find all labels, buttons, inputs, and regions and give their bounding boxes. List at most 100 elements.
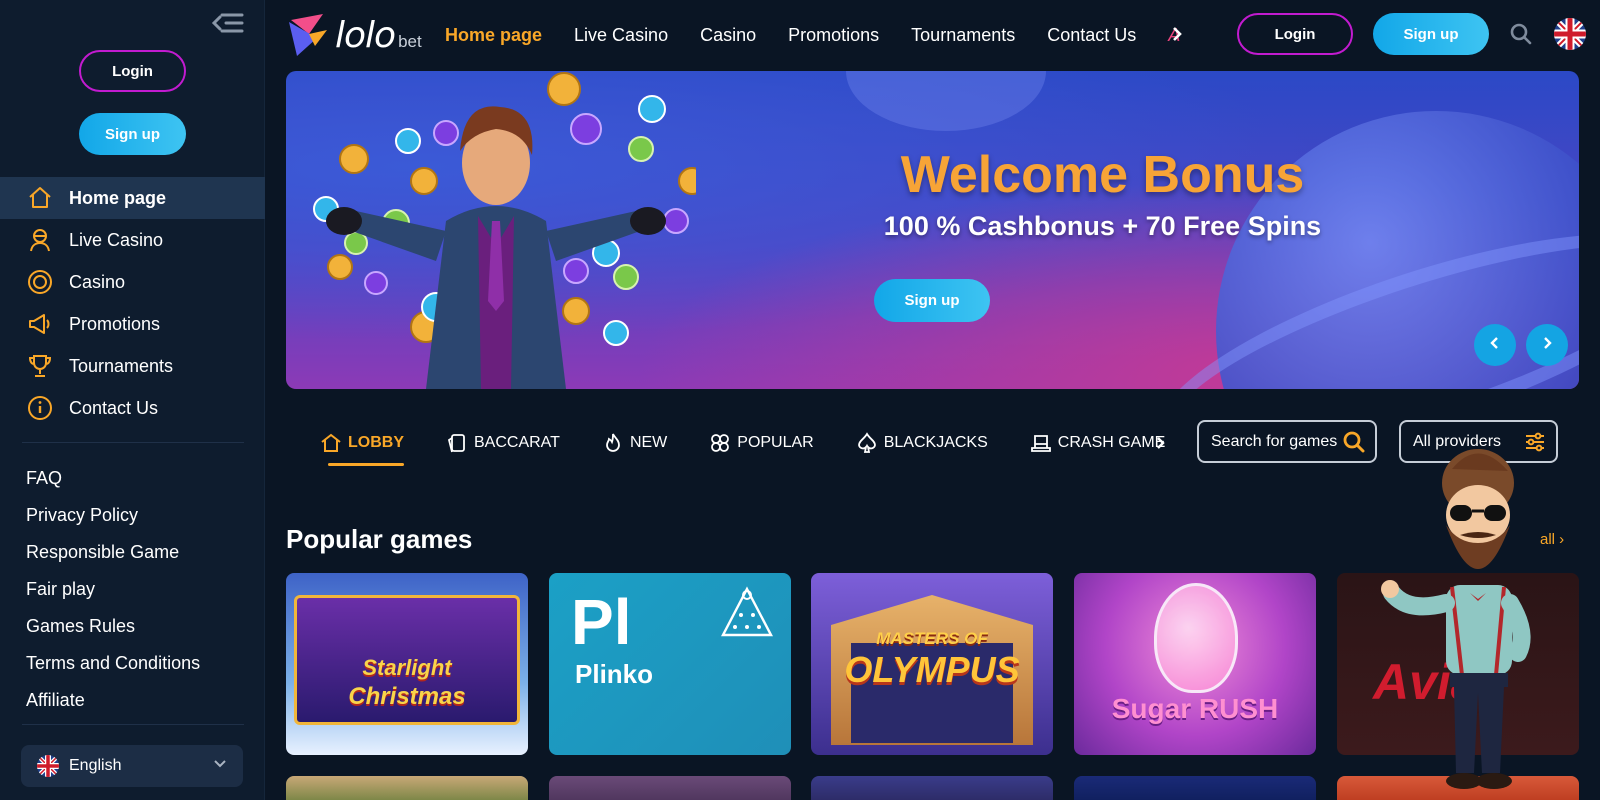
hipster-mascot-illustration[interactable] xyxy=(1378,443,1578,800)
sidebar-link-terms-and-conditions[interactable]: Terms and Conditions xyxy=(26,645,200,682)
category-label: NEW xyxy=(629,434,668,451)
sidebar-item-label: Home page xyxy=(69,187,167,208)
game-card-title-line2: Christmas xyxy=(348,683,466,710)
pyramid-pins-icon xyxy=(721,586,773,637)
search-games-placeholder: Search for games xyxy=(1211,432,1338,450)
top-hat-icon xyxy=(1030,432,1052,454)
game-card-row2-1[interactable] xyxy=(286,776,528,800)
banner-subtitle: 100 % Cashbonus + 70 Free Spins xyxy=(883,211,1322,241)
game-card-row2-2[interactable] xyxy=(549,776,791,800)
language-select[interactable]: English xyxy=(21,745,243,787)
sidebar-login-button[interactable]: Login xyxy=(79,50,186,92)
game-category-bar: LOBBY BACCARAT NEW POPULAR BLACKJACKS CR… xyxy=(320,418,1207,468)
sidebar: Login Sign up Home page Live Casino Casi… xyxy=(0,0,265,800)
logo-mark-icon xyxy=(289,14,327,56)
sidebar-item-label: Contact Us xyxy=(69,397,159,418)
uk-flag-icon[interactable] xyxy=(1554,18,1586,50)
game-card-title-line2: RUSH xyxy=(1198,693,1279,724)
lolobet-logo[interactable]: lolo bet xyxy=(287,10,429,60)
game-card-sugar-rush[interactable]: Sugar RUSH xyxy=(1074,573,1316,755)
sidebar-item-tournaments[interactable]: Tournaments xyxy=(0,345,265,387)
top-header: lolo bet Home page Live Casino Casino Pr… xyxy=(265,0,1600,70)
sidebar-item-casino[interactable]: Casino xyxy=(0,261,265,303)
banner-signup-button[interactable]: Sign up xyxy=(874,279,990,322)
search-icon[interactable] xyxy=(1510,23,1532,50)
chevron-right-icon[interactable] xyxy=(1156,436,1166,455)
category-tab-lobby[interactable]: LOBBY xyxy=(320,418,404,468)
sidebar-item-label: Live Casino xyxy=(69,229,164,250)
top-nav-contact-us[interactable]: Contact Us xyxy=(1047,25,1136,46)
home-icon xyxy=(320,432,342,454)
collapse-sidebar-icon[interactable] xyxy=(210,10,246,36)
category-tab-blackjacks[interactable]: BLACKJACKS xyxy=(856,418,988,468)
sidebar-divider xyxy=(22,724,244,725)
gumball-egg-graphic xyxy=(1154,583,1238,693)
category-label: POPULAR xyxy=(737,434,814,451)
top-nav: Home page Live Casino Casino Promotions … xyxy=(445,0,1186,70)
sidebar-divider xyxy=(22,442,244,443)
sidebar-link-fair-play[interactable]: Fair play xyxy=(26,571,200,608)
cards-icon xyxy=(446,432,468,454)
logo-subtext: bet xyxy=(398,32,422,51)
banner-title: Welcome Bonus xyxy=(900,146,1305,204)
spade-icon xyxy=(856,432,878,454)
megaphone-icon xyxy=(26,310,54,338)
top-nav-live-casino[interactable]: Live Casino xyxy=(574,25,668,46)
sidebar-nav: Home page Live Casino Casino Promotions … xyxy=(0,177,265,429)
trophy-icon xyxy=(26,352,54,380)
header-login-button[interactable]: Login xyxy=(1237,13,1353,55)
banner-moon-decoration xyxy=(846,71,1046,131)
popular-games-title: Popular games xyxy=(286,524,473,554)
game-card-starlight-christmas[interactable]: Starlight Christmas xyxy=(286,573,528,755)
header-signup-button[interactable]: Sign up xyxy=(1373,13,1489,55)
banner-next-button[interactable] xyxy=(1526,324,1568,366)
sidebar-item-label: Promotions xyxy=(69,313,161,334)
sidebar-item-contact-us[interactable]: Contact Us xyxy=(0,387,265,429)
sidebar-link-privacy-policy[interactable]: Privacy Policy xyxy=(26,497,200,534)
game-card-masters-of-olympus[interactable]: MASTERS OF OLYMPUS xyxy=(811,573,1053,755)
banner-prev-button[interactable] xyxy=(1474,324,1516,366)
sidebar-signup-button[interactable]: Sign up xyxy=(79,113,186,155)
category-tab-new[interactable]: NEW xyxy=(602,418,667,468)
clover-icon xyxy=(709,432,731,454)
top-nav-tournaments[interactable]: Tournaments xyxy=(911,25,1015,46)
language-label: English xyxy=(69,757,122,774)
game-card-title-line1: Pl xyxy=(571,586,632,658)
sidebar-link-responsible-game[interactable]: Responsible Game xyxy=(26,534,200,571)
top-nav-promotions[interactable]: Promotions xyxy=(788,25,879,46)
top-nav-home-page[interactable]: Home page xyxy=(445,25,542,46)
sidebar-item-label: Casino xyxy=(69,271,126,292)
uk-flag-icon xyxy=(37,755,59,777)
search-icon xyxy=(1343,431,1365,458)
sidebar-item-label: Tournaments xyxy=(69,355,174,376)
chevron-right-icon[interactable] xyxy=(1171,25,1183,48)
game-card-title-combined: Sugar RUSH xyxy=(1074,693,1316,725)
category-label: CRASH GAME xyxy=(1057,434,1166,451)
category-label: LOBBY xyxy=(348,434,404,451)
game-card-title-line1: Starlight xyxy=(362,655,452,680)
sidebar-link-games-rules[interactable]: Games Rules xyxy=(26,608,200,645)
welcome-bonus-banner: Welcome Bonus 100 % Cashbonus + 70 Free … xyxy=(286,71,1579,389)
game-card-row2-4[interactable] xyxy=(1074,776,1316,800)
game-card-title-line2: OLYMPUS xyxy=(844,649,1020,690)
game-card-row2-3[interactable] xyxy=(811,776,1053,800)
top-nav-casino[interactable]: Casino xyxy=(700,25,756,46)
sidebar-item-live-casino[interactable]: Live Casino xyxy=(0,219,265,261)
category-tab-baccarat[interactable]: BACCARAT xyxy=(446,418,560,468)
category-tab-popular[interactable]: POPULAR xyxy=(709,418,814,468)
chevron-left-icon xyxy=(1489,335,1501,356)
logo-text: lolo xyxy=(335,14,396,56)
sidebar-links: FAQ Privacy Policy Responsible Game Fair… xyxy=(26,460,200,719)
sidebar-item-home-page[interactable]: Home page xyxy=(0,177,265,219)
search-games-input[interactable]: Search for games xyxy=(1197,420,1377,463)
home-icon xyxy=(26,184,54,212)
game-card-title-line2: Plinko xyxy=(575,659,654,689)
sidebar-link-faq[interactable]: FAQ xyxy=(26,460,200,497)
sidebar-item-promotions[interactable]: Promotions xyxy=(0,303,265,345)
sidebar-link-affiliate[interactable]: Affiliate xyxy=(26,682,200,719)
info-icon xyxy=(26,394,54,422)
category-tab-crash-game[interactable]: CRASH GAME xyxy=(1030,418,1166,468)
game-card-title-line1: Sugar xyxy=(1111,693,1192,724)
game-card-plinko[interactable]: Pl Plinko xyxy=(549,573,791,755)
flame-icon xyxy=(602,432,624,454)
